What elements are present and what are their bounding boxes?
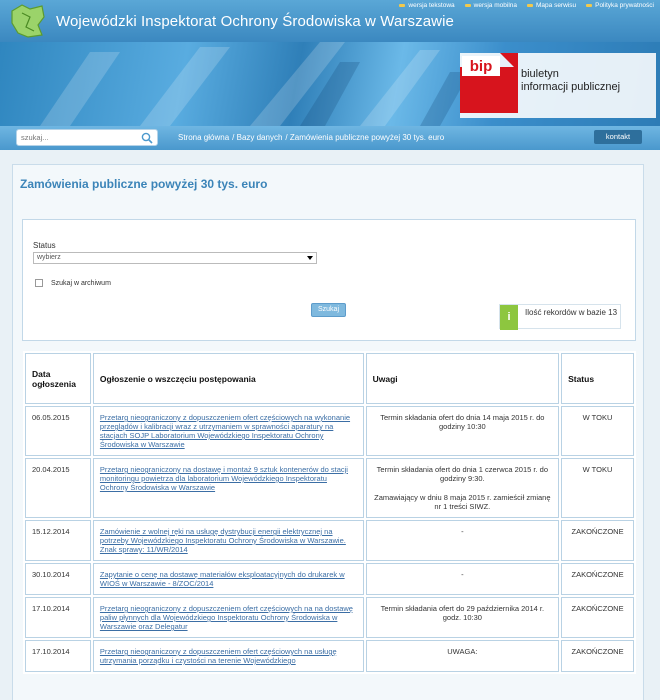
row-status: ZAKOŃCZONE (561, 520, 634, 561)
table-header-row: Data ogłoszenia Ogłoszenie o wszczęciu p… (25, 353, 634, 404)
row-status: W TOKU (561, 458, 634, 518)
row-date: 06.05.2015 (25, 406, 91, 456)
search-icon[interactable] (141, 132, 153, 144)
row-status: ZAKOŃCZONE (561, 597, 634, 638)
announcement-link[interactable]: Zamówienie z wolnej ręki na usługę dystr… (100, 527, 346, 554)
bullet-icon (464, 4, 471, 7)
row-notes: Termin składania ofert do dnia 1 czerwca… (365, 458, 560, 518)
row-date: 30.10.2014 (25, 563, 91, 595)
svg-text:bip: bip (470, 58, 493, 75)
note-text: Termin składania ofert do dnia 1 czerwca… (376, 465, 549, 483)
announcement-link[interactable]: Przetarg nieograniczony z dopuszczeniem … (100, 413, 350, 449)
column-header-notes: Uwagi (365, 353, 560, 404)
row-date: 17.10.2014 (25, 640, 91, 672)
row-status: ZAKOŃCZONE (561, 640, 634, 672)
column-header-date: Data ogłoszenia (25, 353, 91, 404)
row-date: 15.12.2014 (25, 520, 91, 561)
row-notes: Termin składania ofert do dnia 14 maja 2… (365, 406, 560, 456)
breadcrumb-current[interactable]: / Zamówienia publiczne powyżej 30 tys. e… (285, 133, 444, 142)
row-date: 17.10.2014 (25, 597, 91, 638)
records-count-text: Ilość rekordów w bazie 13 (525, 308, 618, 317)
row-status: ZAKOŃCZONE (561, 563, 634, 595)
search-button[interactable]: Szukaj (311, 303, 346, 317)
note-text: Zamawiający w dniu 8 maja 2015 r. zamieś… (374, 493, 551, 511)
announcement-link[interactable]: Przetarg nieograniczony z dopuszczeniem … (100, 647, 337, 665)
note-text: - (461, 570, 464, 579)
note-text: - (461, 527, 464, 536)
bip-logo-icon[interactable]: bip (460, 53, 520, 118)
dropdown-arrow-icon (307, 256, 313, 260)
page-title: Zamówienia publiczne powyżej 30 tys. eur… (20, 177, 268, 191)
note-text: Termin składania ofert do 29 październik… (380, 604, 545, 622)
top-links: wersja tekstowa wersja mobilna Mapa serw… (399, 2, 654, 9)
bip-text-line2: informacji publicznej (521, 81, 621, 93)
tenders-table: Data ogłoszenia Ogłoszenie o wszczęciu p… (23, 351, 636, 674)
bip-text[interactable]: biuletyn informacji publicznej (521, 68, 620, 94)
row-announcement: Zapytanie o cenę na dostawę materiałów e… (92, 563, 364, 595)
status-label: Status (33, 241, 56, 250)
site-title[interactable]: Wojewódzki Inspektorat Ochrony Środowisk… (56, 13, 454, 30)
announcement-link[interactable]: Zapytanie o cenę na dostawę materiałów e… (100, 570, 345, 588)
table-row: 06.05.2015 Przetarg nieograniczony z dop… (25, 406, 634, 456)
row-status: W TOKU (561, 406, 634, 456)
archive-label: Szukaj w archiwum (51, 280, 111, 287)
status-select[interactable]: wybierz (33, 252, 317, 264)
note-text: UWAGA: (447, 647, 478, 656)
info-icon: i (500, 305, 518, 330)
table-row: 20.04.2015 Przetarg nieograniczony na do… (25, 458, 634, 518)
breadcrumb: Strona główna / Bazy danych / Zamówienia… (178, 133, 444, 142)
row-notes: - (365, 563, 560, 595)
row-notes: UWAGA: (365, 640, 560, 672)
text-version-link[interactable]: wersja tekstowa (399, 2, 455, 9)
bullet-icon (399, 4, 406, 7)
note-text: Termin składania ofert do dnia 14 maja 2… (380, 413, 545, 431)
row-announcement: Przetarg nieograniczony z dopuszczeniem … (92, 640, 364, 672)
column-header-status: Status (561, 353, 634, 404)
row-announcement: Przetarg nieograniczony z dopuszczeniem … (92, 406, 364, 456)
row-announcement: Przetarg nieograniczony na dostawę i mon… (92, 458, 364, 518)
sitemap-link[interactable]: Mapa serwisu (527, 2, 576, 9)
row-notes: Termin składania ofert do 29 październik… (365, 597, 560, 638)
top-bar: Wojewódzki Inspektorat Ochrony Środowisk… (0, 0, 660, 42)
table-row: 17.10.2014 Przetarg nieograniczony z dop… (25, 640, 634, 672)
bullet-icon (527, 4, 533, 7)
row-date: 20.04.2015 (25, 458, 91, 518)
contact-button[interactable]: kontakt (594, 130, 642, 144)
search-input[interactable] (17, 130, 137, 145)
voivodeship-logo-icon[interactable] (8, 3, 48, 39)
mobile-version-link[interactable]: wersja mobilna (464, 2, 517, 9)
announcement-link[interactable]: Przetarg nieograniczony na dostawę i mon… (100, 465, 348, 492)
bip-text-line1: biuletyn (521, 68, 559, 80)
search-box (16, 129, 158, 146)
table-row: 30.10.2014 Zapytanie o cenę na dostawę m… (25, 563, 634, 595)
row-announcement: Zamówienie z wolnej ręki na usługę dystr… (92, 520, 364, 561)
bullet-icon (586, 4, 593, 7)
privacy-policy-link[interactable]: Polityka prywatności (586, 2, 654, 9)
table-row: 15.12.2014 Zamówienie z wolnej ręki na u… (25, 520, 634, 561)
announcement-link[interactable]: Przetarg nieograniczony z dopuszczeniem … (100, 604, 353, 631)
breadcrumb-home[interactable]: Strona główna (178, 133, 229, 142)
table-row: 17.10.2014 Przetarg nieograniczony z dop… (25, 597, 634, 638)
column-header-announcement: Ogłoszenie o wszczęciu postępowania (92, 353, 364, 404)
archive-checkbox[interactable] (35, 279, 43, 287)
row-notes: - (365, 520, 560, 561)
records-count-box: i Ilość rekordów w bazie 13 (499, 304, 621, 330)
status-select-value: wybierz (37, 254, 61, 261)
breadcrumb-databases[interactable]: / Bazy danych (232, 133, 282, 142)
row-announcement: Przetarg nieograniczony z dopuszczeniem … (92, 597, 364, 638)
